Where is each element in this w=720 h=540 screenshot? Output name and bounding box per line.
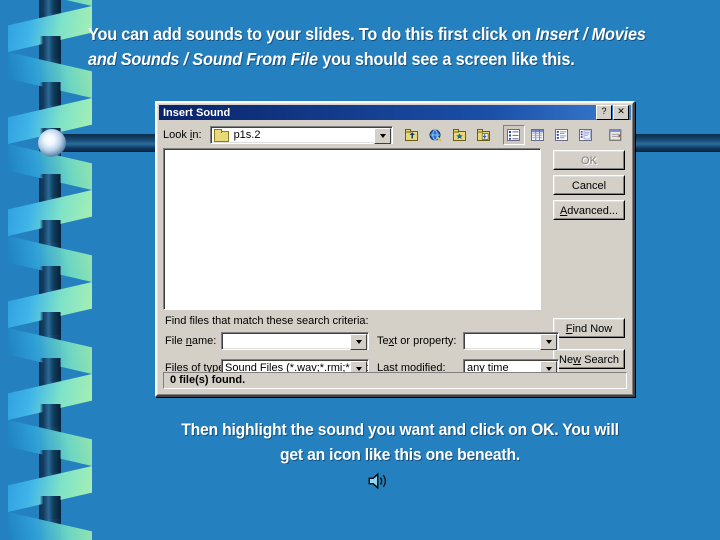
file-name-label-pre: File	[165, 334, 186, 347]
look-in-row: Look in: p1s.2	[163, 125, 627, 145]
folder-star-icon	[453, 128, 466, 141]
footer-line-2: get an icon like this one beneath.	[279, 446, 521, 464]
list-view-icon	[507, 128, 520, 141]
search-criteria-heading: Find files that match these search crite…	[165, 315, 369, 327]
file-name-label: File name:	[165, 335, 221, 347]
chevron-down-icon[interactable]	[540, 333, 557, 350]
speaker-icon[interactable]	[366, 470, 392, 492]
text-or-property-input[interactable]	[463, 331, 559, 350]
advanced-label-post: dvanced...	[567, 205, 619, 217]
text-or-property-label: Text or property:	[377, 335, 463, 347]
details-view-button[interactable]	[527, 125, 549, 145]
bullet-glow-node	[38, 129, 66, 157]
globe-icon	[429, 129, 442, 142]
up-one-level-button[interactable]	[401, 125, 423, 145]
find-now-button-label: Find Now	[554, 319, 624, 337]
details-view-icon	[531, 128, 544, 141]
list-view-button[interactable]	[503, 125, 525, 145]
file-list[interactable]	[163, 148, 541, 310]
cancel-button[interactable]: Cancel	[553, 175, 625, 195]
find-now-label-post: ind Now	[572, 323, 613, 335]
preview-view-button[interactable]	[575, 125, 597, 145]
footer-text: Then highlight the sound you want and cl…	[134, 418, 666, 468]
decorative-ribbon-graphic	[0, 0, 96, 540]
cancel-button-label: Cancel	[554, 176, 624, 194]
look-in-value: p1s.2	[233, 129, 261, 141]
commands-and-settings-button[interactable]	[605, 125, 627, 145]
heading-part-2: you should see a screen like this.	[317, 49, 575, 69]
heading-part-1: You can add sounds to your slides. To do…	[88, 24, 536, 44]
chevron-down-icon[interactable]	[350, 333, 367, 350]
dialog-title: Insert Sound	[163, 106, 231, 119]
ok-button[interactable]: OK	[553, 150, 625, 170]
favorites-button[interactable]	[449, 125, 471, 145]
look-in-label-pre: Look	[163, 129, 190, 141]
close-button[interactable]: ✕	[613, 105, 629, 120]
find-now-button[interactable]: Find Now	[553, 318, 625, 338]
footer-line-1: Then highlight the sound you want and cl…	[181, 421, 619, 439]
tools-icon	[609, 128, 622, 141]
new-search-button[interactable]: New Search	[553, 349, 625, 369]
search-the-web-button[interactable]	[425, 125, 447, 145]
status-bar: 0 file(s) found.	[163, 372, 627, 389]
new-search-label-post: Search	[581, 354, 619, 366]
page-title: You can add sounds to your slides. To do…	[88, 22, 665, 72]
help-button[interactable]: ?	[596, 105, 612, 120]
advanced-button-label: Advanced...	[554, 201, 624, 219]
folder-icon	[213, 129, 229, 142]
preview-icon	[579, 128, 592, 141]
new-search-label-pre: Ne	[559, 354, 574, 366]
folder-up-icon	[405, 128, 418, 141]
new-search-accel: w	[573, 354, 582, 366]
look-in-combo[interactable]: p1s.2	[209, 126, 393, 144]
look-in-label: Look in:	[163, 129, 202, 141]
file-name-row: File name: Text or property:	[165, 331, 559, 350]
file-name-label-post: ame:	[191, 334, 217, 347]
insert-sound-dialog: Insert Sound ? ✕ Look in: p1s.2 OK Cance…	[155, 101, 635, 397]
slide-canvas: You can add sounds to your slides. To do…	[0, 0, 720, 540]
chevron-down-icon[interactable]	[374, 128, 391, 144]
dialog-title-bar[interactable]: Insert Sound ? ✕	[159, 105, 631, 120]
properties-icon	[555, 128, 568, 141]
text-or-property-label-pre: Te	[377, 334, 389, 347]
folder-add-icon	[477, 128, 490, 141]
advanced-button[interactable]: Advanced...	[553, 200, 625, 220]
text-or-property-label-post: t or property:	[394, 334, 457, 347]
file-name-input[interactable]	[221, 331, 369, 350]
ok-button-label: OK	[554, 151, 624, 169]
add-to-favorites-button[interactable]	[473, 125, 495, 145]
ribbon-pole-highlight	[39, 0, 61, 540]
properties-view-button[interactable]	[551, 125, 573, 145]
new-search-button-label: New Search	[554, 350, 624, 368]
look-in-label-post: n:	[192, 129, 202, 141]
